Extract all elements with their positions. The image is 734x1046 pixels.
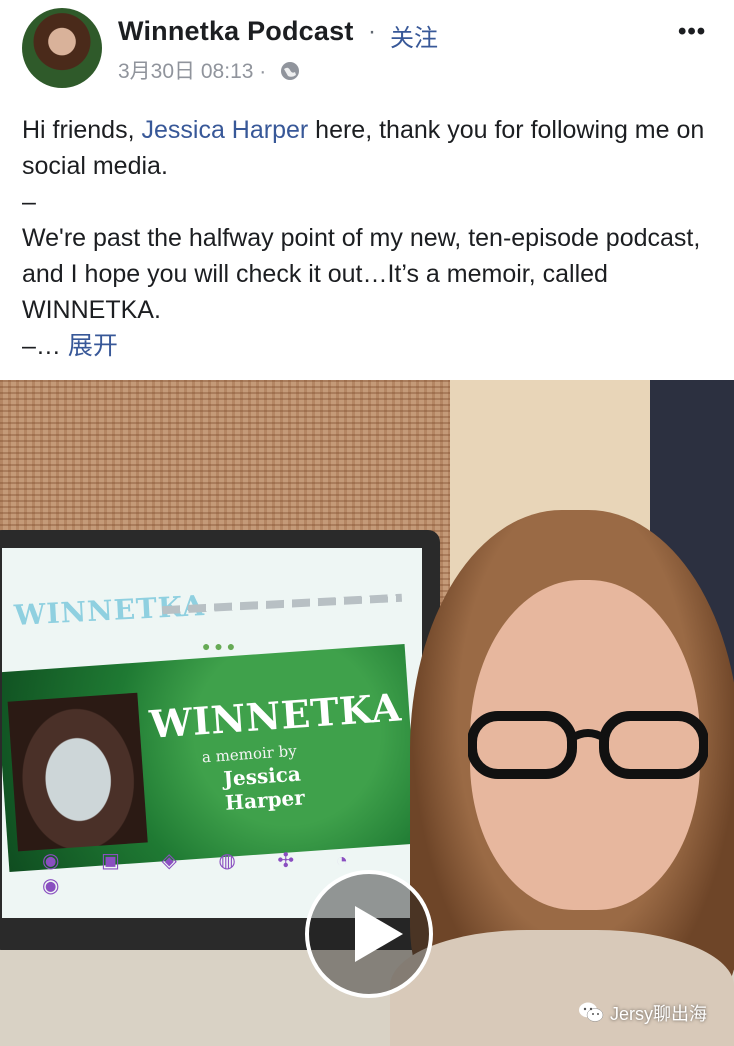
globe-icon <box>280 61 300 87</box>
watermark: Jersy聊出海 <box>578 1000 707 1028</box>
meta-separator: · <box>259 60 267 83</box>
page-name[interactable]: Winnetka Podcast <box>118 16 354 47</box>
body-dash: – <box>22 188 36 216</box>
post-meta: 3月30日 08:13 · <box>118 55 300 87</box>
body-ellipsis: –… <box>22 332 68 360</box>
name-separator: · <box>368 18 376 45</box>
post-timestamp[interactable]: 3月30日 08:13 <box>118 60 253 83</box>
monitor-screen: WINNETKA ● ● ● WINNETKA a memoir by Jess… <box>2 548 422 918</box>
banner-portrait <box>7 692 148 852</box>
mention-link[interactable]: Jessica Harper <box>141 116 308 144</box>
person-sweater <box>390 930 734 1046</box>
page-avatar[interactable] <box>22 8 102 88</box>
wechat-icon <box>578 1001 604 1028</box>
post-body: Hi friends, Jessica Harper here, thank y… <box>22 112 722 364</box>
play-button[interactable] <box>305 870 433 998</box>
person <box>390 510 734 1046</box>
banner-title: WINNETKA <box>147 684 403 747</box>
banner-author-last: Harper <box>224 785 306 815</box>
glasses <box>468 711 708 779</box>
play-icon <box>355 906 403 962</box>
body-text-intro: Hi friends, <box>22 116 142 144</box>
post-header: Winnetka Podcast · 关注 3月30日 08:13 · ••• <box>0 0 734 100</box>
video-thumbnail[interactable]: WINNETKA ● ● ● WINNETKA a memoir by Jess… <box>0 380 734 1046</box>
expand-link[interactable]: 展开 <box>68 332 118 360</box>
podcast-banner: WINNETKA a memoir by Jessica Harper <box>2 643 419 873</box>
more-options-button[interactable]: ••• <box>678 18 706 46</box>
body-paragraph: We're past the halfway point of my new, … <box>22 224 701 324</box>
site-social-dots: ● ● ● <box>202 638 236 654</box>
follow-button[interactable]: 关注 <box>390 18 438 53</box>
watermark-text: Jersy聊出海 <box>610 1004 708 1024</box>
banner-author: Jessica Harper <box>223 761 306 815</box>
